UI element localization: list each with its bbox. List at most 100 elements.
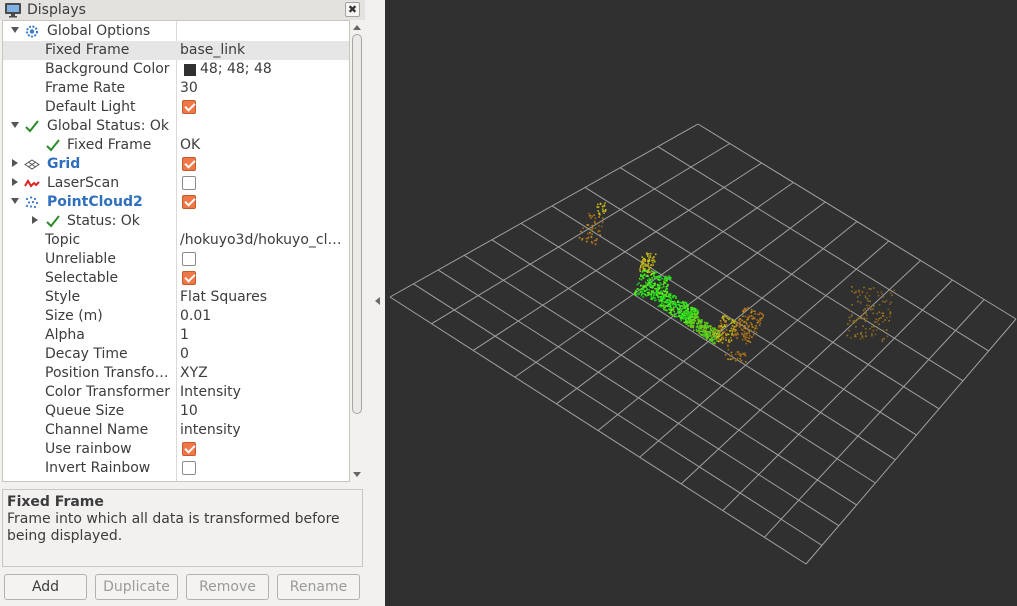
property-name: Queue Size [45, 403, 125, 419]
property-name: Decay Time [45, 346, 128, 362]
collapse-arrow-icon[interactable] [11, 27, 19, 33]
grid-line [680, 260, 921, 485]
grid-line [805, 318, 1017, 565]
tree-row-pointcloud2[interactable]: PointCloud2 [3, 193, 349, 212]
grid-icon [24, 157, 40, 172]
property-value[interactable]: 10 [180, 402, 349, 421]
check-icon [45, 138, 61, 153]
remove-button[interactable]: Remove [186, 574, 269, 600]
property-value[interactable]: intensity [180, 421, 349, 440]
point-cloud-cluster [710, 315, 742, 347]
property-name: Background Color [45, 61, 170, 77]
property-value[interactable]: 30 [180, 79, 349, 98]
collapse-arrow-icon[interactable] [11, 198, 19, 204]
tree-row-queue-size[interactable]: Queue Size 10 [3, 402, 349, 421]
property-description: Fixed Frame Frame into which all data is… [2, 489, 363, 567]
scrollbar-thumb[interactable] [352, 34, 362, 414]
property-value[interactable]: 0.01 [180, 307, 349, 326]
tree-row-unreliable[interactable]: Unreliable [3, 250, 349, 269]
point-cloud-cluster [724, 348, 747, 363]
tree-scrollbar[interactable] [351, 21, 363, 482]
tree-row-position-transfo[interactable]: Position Transfo… XYZ [3, 364, 349, 383]
property-name: Fixed Frame [67, 137, 152, 153]
collapse-left-icon[interactable] [375, 297, 380, 305]
point-cloud-cluster [685, 313, 723, 345]
check-icon [24, 119, 40, 134]
tree-row-background-color[interactable]: Background Color 48; 48; 48 [3, 60, 349, 79]
scroll-down-icon[interactable] [353, 472, 361, 477]
tree-row-selectable[interactable]: Selectable [3, 269, 349, 288]
tree-row-alpha[interactable]: Alpha 1 [3, 326, 349, 345]
laserscan-icon [24, 176, 40, 191]
property-value[interactable]: OK [180, 136, 349, 155]
tree-row-global-options[interactable]: Global Options [3, 22, 349, 41]
property-name: Invert Rainbow [45, 460, 151, 476]
enable-checkbox[interactable] [182, 176, 196, 190]
tree-row-fixed-frame[interactable]: Fixed Frame OK [3, 136, 349, 155]
tree-row-frame-rate[interactable]: Frame Rate 30 [3, 79, 349, 98]
property-value[interactable]: Flat Squares [180, 288, 349, 307]
tree-row-default-light[interactable]: Default Light [3, 98, 349, 117]
enable-checkbox[interactable] [182, 195, 196, 209]
property-value[interactable]: XYZ [180, 364, 349, 383]
tree-row-channel-name[interactable]: Channel Name intensity [3, 421, 349, 440]
3d-viewport[interactable] [385, 0, 1017, 606]
grid-line [597, 221, 858, 431]
duplicate-button[interactable]: Duplicate [95, 574, 178, 600]
enable-checkbox[interactable] [182, 100, 196, 114]
enable-checkbox[interactable] [182, 461, 196, 475]
tree-row-size-m[interactable]: Size (m) 0.01 [3, 307, 349, 326]
tree-row-use-rainbow[interactable]: Use rainbow [3, 440, 349, 459]
grid-line [472, 162, 762, 351]
enable-checkbox[interactable] [182, 157, 196, 171]
property-name: Style [45, 289, 81, 305]
tree-row-grid[interactable]: Grid [3, 155, 349, 174]
property-name: Alpha [45, 327, 85, 343]
enable-checkbox[interactable] [182, 442, 196, 456]
property-value[interactable]: 0 [180, 345, 349, 364]
gear-icon [24, 24, 40, 39]
display-tree[interactable]: Global Options Fixed Frame base_link Backgr… [2, 20, 350, 482]
property-name: Unreliable [45, 251, 116, 267]
grid-line [764, 299, 985, 538]
grid-line [639, 240, 890, 458]
tree-row-global-status-ok[interactable]: Global Status: Ok [3, 117, 349, 136]
property-value[interactable]: base_link [180, 41, 349, 60]
tree-row-topic[interactable]: Topic/hokuyo3d/hokuyo_cl… [3, 231, 349, 250]
displays-panel: Displays ✖ Global Options Fixed Frame base… [0, 0, 365, 606]
expand-arrow-icon[interactable] [12, 159, 18, 167]
enable-checkbox[interactable] [182, 252, 196, 266]
property-name: Color Transformer [45, 384, 171, 400]
property-value[interactable]: /hokuyo3d/hokuyo_cl… [180, 231, 349, 250]
scroll-up-icon[interactable] [353, 25, 361, 30]
tree-row-laserscan[interactable]: LaserScan [3, 174, 349, 193]
tree-row-status-ok[interactable]: Status: Ok [3, 212, 349, 231]
tree-row-style[interactable]: Style Flat Squares [3, 288, 349, 307]
property-name: Global Status: Ok [47, 118, 170, 134]
3d-scene[interactable] [385, 0, 1017, 606]
property-name: Fixed Frame [45, 42, 130, 58]
close-icon[interactable]: ✖ [345, 2, 360, 17]
panel-splitter[interactable] [365, 0, 385, 606]
monitor-icon [4, 2, 22, 22]
property-value[interactable]: Intensity [180, 383, 349, 402]
property-name: Default Light [45, 99, 136, 115]
property-value[interactable]: 1 [180, 326, 349, 345]
property-name: LaserScan [47, 175, 120, 191]
expand-arrow-icon[interactable] [12, 178, 18, 186]
collapse-arrow-icon[interactable] [11, 122, 19, 128]
enable-checkbox[interactable] [182, 271, 196, 285]
expand-arrow-icon[interactable] [32, 216, 38, 224]
tree-row-color-transformer[interactable]: Color Transformer Intensity [3, 383, 349, 402]
property-name: Channel Name [45, 422, 149, 438]
point-cloud-cluster [732, 307, 765, 345]
tree-row-fixed-frame[interactable]: Fixed Frame base_link [3, 41, 349, 60]
tree-row-decay-time[interactable]: Decay Time 0 [3, 345, 349, 364]
property-value[interactable]: 48; 48; 48 [200, 60, 349, 79]
add-button[interactable]: Add [4, 574, 87, 600]
color-swatch[interactable] [184, 64, 196, 76]
property-name: Size (m) [45, 308, 103, 324]
description-title: Fixed Frame [7, 494, 104, 510]
rename-button[interactable]: Rename [277, 574, 360, 600]
tree-row-invert-rainbow[interactable]: Invert Rainbow [3, 459, 349, 478]
